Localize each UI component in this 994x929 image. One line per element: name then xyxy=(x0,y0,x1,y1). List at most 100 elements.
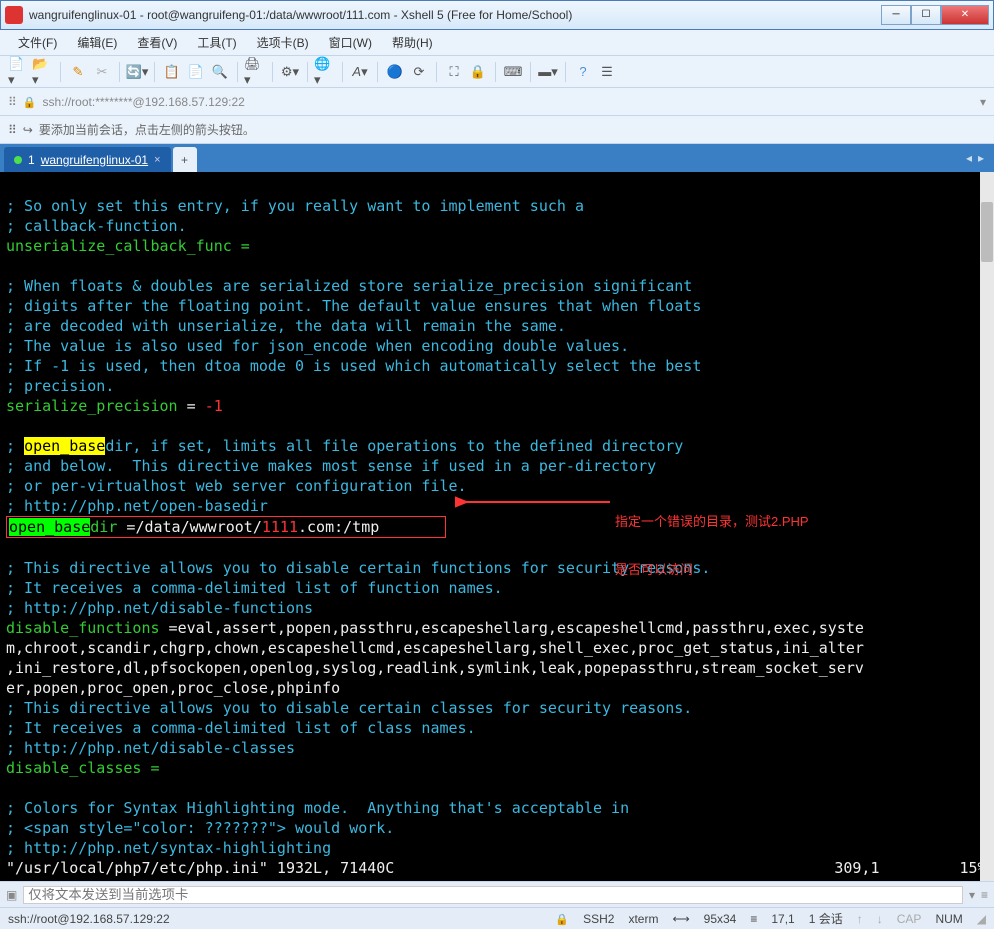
window-title: wangruifenglinux-01 - root@wangruifeng-0… xyxy=(29,8,881,22)
term-line: er,popen,proc_open,proc_close,phpinfo xyxy=(6,679,340,697)
connect-icon[interactable]: ✎ xyxy=(67,61,89,83)
find-icon[interactable]: 🔍 xyxy=(209,61,231,83)
fullscreen-icon[interactable]: ⛶ xyxy=(443,61,465,83)
term-line: disable_functions xyxy=(6,619,160,637)
minimize-button[interactable]: ─ xyxy=(881,5,911,25)
status-cursor-icon: ≡ xyxy=(750,912,757,926)
refresh-icon[interactable]: ⟳ xyxy=(408,61,430,83)
reconnect-icon[interactable]: 🔄▾ xyxy=(126,61,148,83)
status-sessions: 1 会话 xyxy=(809,910,843,927)
term-line: unserialize_callback_func = xyxy=(6,237,250,255)
menu-bar: 文件(F) 编辑(E) 查看(V) 工具(T) 选项卡(B) 窗口(W) 帮助(… xyxy=(0,30,994,56)
vim-status-pos: 309,1 xyxy=(834,859,879,877)
font-icon[interactable]: A▾ xyxy=(349,61,371,83)
address-lock-icon xyxy=(23,95,37,109)
maximize-button[interactable]: ☐ xyxy=(911,5,941,25)
term-line: ; <span style="color: ???????"> would wo… xyxy=(6,819,394,837)
session-tab[interactable]: 1 wangruifenglinux-01 × xyxy=(4,147,171,172)
term-line: ; or per-virtualhost web server configur… xyxy=(6,477,467,495)
help-icon[interactable]: ? xyxy=(572,61,594,83)
menu-tabs[interactable]: 选项卡(B) xyxy=(249,31,317,54)
term-line: ; callback-function. xyxy=(6,217,187,235)
tab-close-icon[interactable]: × xyxy=(154,154,160,166)
copy-icon[interactable]: 📋 xyxy=(161,61,183,83)
send-input[interactable] xyxy=(23,886,963,904)
menu-edit[interactable]: 编辑(E) xyxy=(69,31,125,54)
keyboard-icon[interactable]: ⌨ xyxy=(502,61,524,83)
properties-icon[interactable]: ⚙▾ xyxy=(279,61,301,83)
lock-icon[interactable]: 🔒 xyxy=(467,61,489,83)
send-menu-icon[interactable]: ≡ xyxy=(981,888,988,902)
about-icon[interactable]: ☰ xyxy=(596,61,618,83)
send-dropdown-icon[interactable]: ▾ xyxy=(969,888,975,902)
info-arrow-icon[interactable]: ↪ xyxy=(23,123,33,137)
status-protocol: SSH2 xyxy=(583,912,614,926)
close-button[interactable]: ✕ xyxy=(941,5,989,25)
disconnect-icon[interactable]: ✂ xyxy=(91,61,113,83)
globe-icon[interactable]: 🌐▾ xyxy=(314,61,336,83)
address-text[interactable]: ssh://root:********@192.168.57.129:22 xyxy=(43,95,974,109)
status-resize-grip-icon[interactable]: ◢ xyxy=(977,912,986,926)
paste-icon[interactable]: 📄 xyxy=(185,61,207,83)
status-term-size: 95x34 xyxy=(704,912,737,926)
term-line: ; So only set this entry, if you really … xyxy=(6,197,584,215)
app-logo-icon xyxy=(5,6,23,24)
tab-index: 1 xyxy=(28,153,35,167)
address-dots-icon: ⠿ xyxy=(8,95,17,109)
print-icon[interactable]: 🖨▾ xyxy=(244,61,266,83)
add-tab-button[interactable]: + xyxy=(173,147,197,172)
terminal-scrollbar[interactable] xyxy=(980,172,994,881)
status-size-icon: ⟷ xyxy=(672,912,689,926)
annotation-text: 指定一个错误的目录，测试2.PHP 是否可以访问 xyxy=(615,482,809,594)
terminal-content[interactable]: ; So only set this entry, if you really … xyxy=(0,172,994,881)
term-line: ; xyxy=(6,437,24,455)
title-bar: wangruifenglinux-01 - root@wangruifeng-0… xyxy=(0,0,994,30)
annotation-arrow-icon xyxy=(455,492,615,512)
send-bar: ▣ ▾ ≡ xyxy=(0,881,994,907)
vim-status-file: "/usr/local/php7/etc/php.ini" 1932L, 714… xyxy=(6,859,394,877)
term-line: ; digits after the floating point. The d… xyxy=(6,297,701,315)
term-line: ; http://php.net/disable-functions xyxy=(6,599,313,617)
tab-bar: 1 wangruifenglinux-01 × + ◂ ▸ xyxy=(0,144,994,172)
term-line: ; If -1 is used, then dtoa mode 0 is use… xyxy=(6,357,701,375)
term-line: ; and below. This directive makes most s… xyxy=(6,457,656,475)
status-num: NUM xyxy=(935,912,962,926)
menu-view[interactable]: 查看(V) xyxy=(129,31,185,54)
status-down-icon: ↓ xyxy=(877,912,883,926)
tab-prev-icon[interactable]: ◂ xyxy=(966,151,972,165)
term-line: ; http://php.net/disable-classes xyxy=(6,739,295,757)
term-line: ; It receives a comma-delimited list of … xyxy=(6,579,503,597)
info-text: 要添加当前会话，点击左侧的箭头按钮。 xyxy=(39,121,255,138)
term-line: ,ini_restore,dl,pfsockopen,openlog,syslo… xyxy=(6,659,864,677)
tab-next-icon[interactable]: ▸ xyxy=(978,151,984,165)
send-prompt-icon: ▣ xyxy=(6,888,17,902)
script-icon[interactable]: 🔵 xyxy=(384,61,406,83)
scrollbar-thumb[interactable] xyxy=(981,202,993,262)
term-line: disable_classes = xyxy=(6,759,160,777)
address-dropdown-icon[interactable]: ▾ xyxy=(980,95,986,109)
term-line: ; This directive allows you to disable c… xyxy=(6,699,692,717)
menu-help[interactable]: 帮助(H) xyxy=(384,31,441,54)
term-line: ; http://php.net/open-basedir xyxy=(6,497,268,515)
term-line: ; This directive allows you to disable c… xyxy=(6,559,710,577)
term-line: ; The value is also used for json_encode… xyxy=(6,337,629,355)
info-bar: ⠿ ↪ 要添加当前会话，点击左侧的箭头按钮。 xyxy=(0,116,994,144)
session-status-icon xyxy=(14,156,22,164)
term-line: ; Colors for Syntax Highlighting mode. A… xyxy=(6,799,629,817)
term-line: serialize_precision xyxy=(6,397,178,415)
layout-icon[interactable]: ▬▾ xyxy=(537,61,559,83)
menu-file[interactable]: 文件(F) xyxy=(10,31,65,54)
term-line: ; precision. xyxy=(6,377,114,395)
menu-tools[interactable]: 工具(T) xyxy=(189,31,244,54)
status-up-icon: ↑ xyxy=(857,912,863,926)
term-line: ; http://php.net/syntax-highlighting xyxy=(6,839,331,857)
tab-label: wangruifenglinux-01 xyxy=(41,153,148,167)
menu-window[interactable]: 窗口(W) xyxy=(321,31,380,54)
status-lock-icon xyxy=(555,912,569,926)
new-session-icon[interactable]: 📄▾ xyxy=(8,61,30,83)
open-folder-icon[interactable]: 📂▾ xyxy=(32,61,54,83)
status-cursor-pos: 17,1 xyxy=(771,912,794,926)
term-line: ; are decoded with unserialize, the data… xyxy=(6,317,566,335)
address-bar: ⠿ ssh://root:********@192.168.57.129:22 … xyxy=(0,88,994,116)
status-term-type: xterm xyxy=(628,912,658,926)
